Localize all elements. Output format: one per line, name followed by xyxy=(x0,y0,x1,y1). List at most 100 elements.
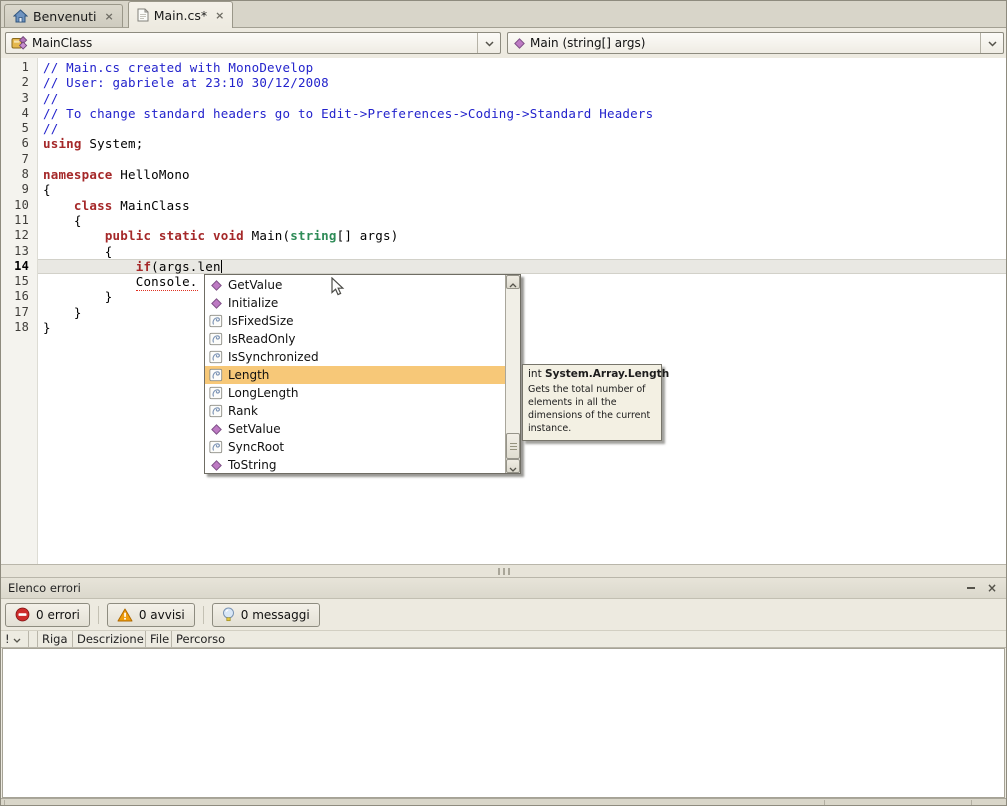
column-header-descrizione[interactable]: Descrizione xyxy=(73,631,146,647)
tab-close-icon[interactable]: × xyxy=(105,10,114,23)
code-text[interactable]: { xyxy=(38,213,1006,228)
code-text[interactable]: } xyxy=(38,305,1006,320)
0-messaggi-button[interactable]: 0 messaggi xyxy=(212,603,320,627)
token-plain: (args.len xyxy=(151,259,221,274)
completion-item-syncroot[interactable]: SyncRoot xyxy=(205,438,505,456)
token-comment: // xyxy=(43,121,58,136)
code-text[interactable]: public static void Main(string[] args) xyxy=(38,228,1006,243)
column-header-severity[interactable]: ! xyxy=(1,631,29,647)
code-line-6: 6using System; xyxy=(1,136,1006,151)
token-plain: } xyxy=(43,320,51,335)
member-combobox-arrow[interactable] xyxy=(980,33,1003,53)
property-icon xyxy=(209,404,223,418)
code-text[interactable]: { xyxy=(38,182,1006,197)
completion-item-isreadonly[interactable]: IsReadOnly xyxy=(205,330,505,348)
code-text[interactable]: // xyxy=(38,91,1006,106)
error-table-body xyxy=(2,648,1005,798)
class-combobox-arrow[interactable] xyxy=(477,33,500,53)
code-text[interactable]: if(args.len xyxy=(38,259,1006,274)
token-plain xyxy=(43,198,74,213)
code-line-8: 8namespace HelloMono xyxy=(1,167,1006,182)
column-header-percorso[interactable]: Percorso xyxy=(172,631,1006,647)
line-number: 4 xyxy=(1,106,38,121)
line-number: 11 xyxy=(1,213,38,228)
token-plain: System; xyxy=(82,136,144,151)
navigation-bar: MainClass Main (string[] args) xyxy=(1,29,1006,58)
code-text[interactable]: class MainClass xyxy=(38,198,1006,213)
line-number: 14 xyxy=(1,259,38,274)
code-text[interactable]: // User: gabriele at 23:10 30/12/2008 xyxy=(38,75,1006,90)
completion-item-getvalue[interactable]: GetValue xyxy=(205,276,505,294)
method-icon xyxy=(209,423,223,436)
scroll-up-button[interactable] xyxy=(506,275,520,289)
token-keyword: using xyxy=(43,136,82,151)
member-combobox[interactable]: Main (string[] args) xyxy=(507,32,1004,54)
line-number: 7 xyxy=(1,152,38,167)
completion-label: Length xyxy=(228,368,269,382)
error-panel-titlebar: Elenco errori × xyxy=(1,578,1006,599)
line-number: 17 xyxy=(1,305,38,320)
close-button[interactable]: × xyxy=(985,581,999,595)
minimize-button[interactable] xyxy=(964,581,978,595)
code-text[interactable]: // xyxy=(38,121,1006,136)
completion-label: Rank xyxy=(228,404,258,418)
token-keyword: void xyxy=(213,228,244,243)
completion-item-length[interactable]: Length xyxy=(205,366,505,384)
code-text[interactable]: // To change standard headers go to Edit… xyxy=(38,106,1006,121)
line-number: 16 xyxy=(1,289,38,304)
code-text[interactable] xyxy=(38,152,1006,167)
class-icon xyxy=(11,36,28,51)
class-combobox[interactable]: MainClass xyxy=(5,32,501,54)
property-icon xyxy=(209,386,223,400)
code-text[interactable]: Console. xyxy=(38,274,1006,289)
token-comment: // Main.cs created with MonoDevelop xyxy=(43,60,313,75)
button-label: 0 avvisi xyxy=(139,608,185,622)
line-number: 5 xyxy=(1,121,38,136)
scrollbar-thumb[interactable] xyxy=(506,433,520,459)
property-icon xyxy=(209,350,223,364)
column-header-riga[interactable]: Riga xyxy=(38,631,73,647)
completion-item-rank[interactable]: Rank xyxy=(205,402,505,420)
chevron-down-icon xyxy=(988,36,997,50)
tab-benvenuti[interactable]: Benvenuti × xyxy=(4,4,123,27)
tab-close-icon[interactable]: × xyxy=(215,9,224,22)
0-avvisi-button[interactable]: 0 avvisi xyxy=(107,603,195,627)
code-text[interactable]: // Main.cs created with MonoDevelop xyxy=(38,60,1006,75)
code-text[interactable]: } xyxy=(38,320,1006,335)
code-text[interactable]: } xyxy=(38,289,1006,304)
completion-label: SetValue xyxy=(228,422,281,436)
close-icon: × xyxy=(987,581,997,595)
property-icon xyxy=(209,314,223,328)
method-icon xyxy=(209,297,223,310)
chevron-down-icon[interactable] xyxy=(13,638,21,643)
line-number: 8 xyxy=(1,167,38,182)
code-text[interactable]: namespace HelloMono xyxy=(38,167,1006,182)
scroll-down-button[interactable] xyxy=(506,459,520,473)
column-header-file[interactable]: File xyxy=(146,631,172,647)
completion-item-initialize[interactable]: Initialize xyxy=(205,294,505,312)
property-icon xyxy=(209,368,223,382)
tab-label: Benvenuti xyxy=(33,9,97,24)
token-type: string xyxy=(290,228,336,243)
completion-item-setvalue[interactable]: SetValue xyxy=(205,420,505,438)
code-text[interactable]: { xyxy=(38,244,1006,259)
token-keyword: static xyxy=(159,228,205,243)
tooltip-return-type: int xyxy=(528,368,545,380)
column-label: Riga xyxy=(42,632,68,646)
completion-item-issynchronized[interactable]: IsSynchronized xyxy=(205,348,505,366)
0-errori-button[interactable]: 0 errori xyxy=(5,603,90,627)
panel-splitter[interactable] xyxy=(1,564,1006,578)
token-plain: { xyxy=(43,182,51,197)
button-label: 0 messaggi xyxy=(241,608,310,622)
completion-scrollbar[interactable] xyxy=(505,275,520,473)
tab-main-cs[interactable]: Main.cs*× xyxy=(128,1,234,28)
completion-item-tostring[interactable]: ToString xyxy=(205,456,505,473)
completion-item-isfixedsize[interactable]: IsFixedSize xyxy=(205,312,505,330)
line-number: 1 xyxy=(1,60,38,75)
completion-list: GetValueInitializeIsFixedSizeIsReadOnlyI… xyxy=(205,275,505,473)
code-line-5: 5 // xyxy=(1,121,1006,136)
completion-item-longlength[interactable]: LongLength xyxy=(205,384,505,402)
code-text[interactable]: using System; xyxy=(38,136,1006,151)
line-number: 10 xyxy=(1,198,38,213)
completion-tooltip: int System.Array.Length Gets the total n… xyxy=(522,364,662,441)
